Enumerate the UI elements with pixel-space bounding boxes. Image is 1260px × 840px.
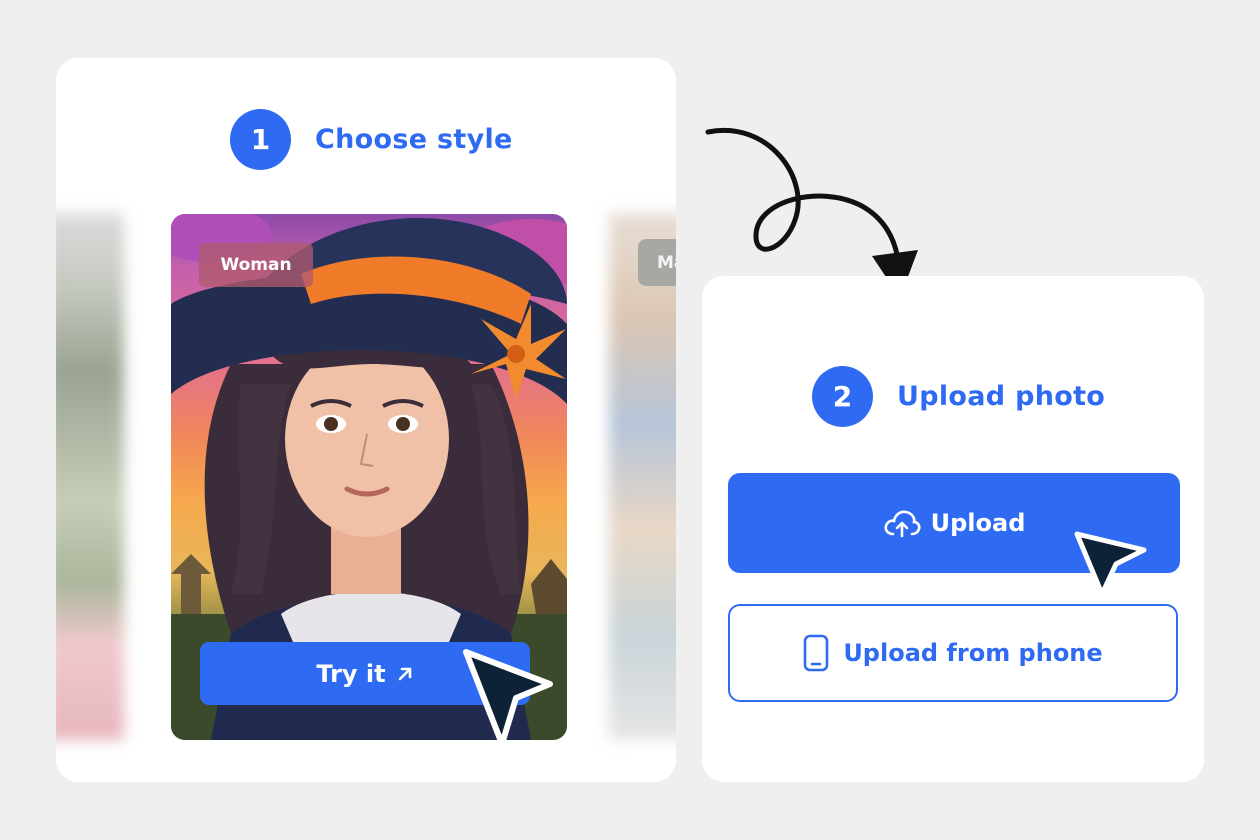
choose-style-card: 1 Choose style Ma — [56, 58, 676, 782]
try-it-label: Try it — [316, 659, 386, 688]
cursor-pointer-icon — [463, 649, 553, 740]
step-1-header: 1 Choose style — [230, 109, 513, 170]
style-card-next[interactable] — [609, 213, 676, 740]
cursor-pointer-icon — [1074, 531, 1147, 597]
step-2-label: Upload photo — [897, 381, 1106, 412]
style-card-woman[interactable]: Woman Try it — [171, 214, 567, 740]
upload-photo-card: 2 Upload photo Upload Upload from phone — [702, 276, 1204, 782]
upload-from-phone-label: Upload from phone — [843, 639, 1103, 667]
style-tag-woman: Woman — [199, 243, 313, 287]
step-1-number: 1 — [230, 109, 291, 170]
step-2-header: 2 Upload photo — [812, 366, 1105, 427]
smartphone-icon — [804, 634, 829, 672]
upload-label: Upload — [930, 509, 1026, 537]
step-1-label: Choose style — [315, 124, 513, 155]
style-card-next-tag: Ma — [638, 239, 676, 286]
style-card-previous[interactable] — [56, 213, 124, 740]
upload-from-phone-button[interactable]: Upload from phone — [728, 604, 1178, 702]
cloud-upload-icon — [884, 510, 921, 538]
step-2-number: 2 — [812, 366, 873, 427]
arrow-up-right-icon — [398, 667, 411, 680]
